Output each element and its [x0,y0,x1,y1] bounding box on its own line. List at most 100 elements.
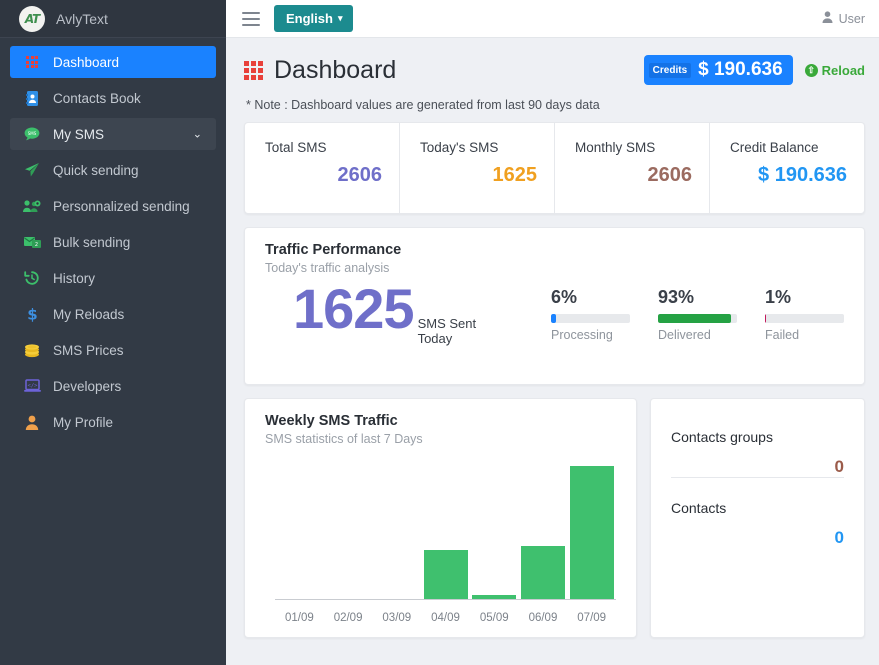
meter-percent: 6% [551,287,578,307]
meter-label: Failed [765,328,800,342]
grid-icon [22,53,42,71]
chart-bar-slot[interactable] [324,466,373,600]
sidebar-item-developers[interactable]: </> Developers [10,370,216,402]
language-label: English [286,11,333,26]
sidebar-item-sms-prices[interactable]: SMS Prices [10,334,216,366]
user-menu-label: User [838,11,865,26]
paper-plane-icon [22,161,42,179]
sidebar-item-label: Quick sending [53,162,139,178]
people-gear-icon [22,197,42,215]
contacts-value: 0 [834,528,844,547]
dollar-sign-icon: $ [22,305,42,323]
card-title: Weekly SMS Traffic [265,413,398,429]
traffic-performance-card: Traffic Performance Today's traffic anal… [244,227,865,385]
user-icon [22,413,42,431]
sms-sent-today-block: 1625 SMS Sent Today [265,281,479,347]
sidebar-nav: Dashboard Contacts Book SMS My SMS ⌄ Qui… [0,38,226,438]
meter-fill [551,314,556,323]
chart-x-axis-labels: 01/09 02/09 03/09 04/09 05/09 06/09 07/09 [275,612,616,624]
chart-bar[interactable] [423,549,468,600]
sidebar-item-my-reloads[interactable]: $ My Reloads [10,298,216,330]
contacts-groups-value: 0 [834,457,844,476]
card-subtitle: Today's traffic analysis [265,261,390,275]
hamburger-icon[interactable] [242,11,260,26]
stat-value: 1625 [492,164,538,186]
card-title: Traffic Performance [265,242,402,258]
weekly-row: Weekly SMS Traffic SMS statistics of las… [244,398,865,638]
brand-name: AvlyText [56,10,108,27]
stat-credit-balance: Credit Balance $ 190.636 [710,123,864,213]
sidebar-item-history[interactable]: History [10,262,216,294]
sidebar-item-label: SMS Prices [53,342,124,358]
mail-stack-icon: 2 [22,233,42,251]
brand-header[interactable]: AT AvlyText [0,0,226,38]
main-area: English ▾ User Dashboard Credits $ 190.6… [226,0,879,665]
sidebar-item-personnalized-sending[interactable]: Personnalized sending [10,190,216,222]
laptop-code-icon: </> [22,377,42,395]
contacts-row: Contacts 0 [671,477,844,548]
stat-label: Total SMS [265,140,327,155]
sidebar-item-label: Contacts Book [53,90,141,106]
refresh-circle-icon: ⇧ [804,63,818,77]
sidebar-item-dashboard[interactable]: Dashboard [10,46,216,78]
sidebar-item-my-profile[interactable]: My Profile [10,406,216,438]
avlytext-logo-icon: AT [19,5,45,32]
chart-bar-slot[interactable] [567,466,616,600]
contacts-label: Contacts [671,500,727,516]
chart-bars [275,466,616,600]
chart-bar-slot[interactable] [421,466,470,600]
stat-value: $ 190.636 [758,164,847,186]
meter-fill [658,314,732,323]
sidebar-item-my-sms[interactable]: SMS My SMS ⌄ [10,118,216,150]
sidebar-item-label: Personnalized sending [53,198,190,214]
credits-badge-label: Credits [648,62,692,78]
sidebar-item-bulk-sending[interactable]: 2 Bulk sending [10,226,216,258]
card-subtitle: SMS statistics of last 7 Days [265,432,423,446]
meter-failed: 1% Failed [765,287,844,342]
meter-fill [765,314,767,323]
contacts-groups-label: Contacts groups [671,429,773,445]
credits-badge-value: $ 190.636 [698,59,783,80]
stat-label: Monthly SMS [575,140,656,155]
page-header: Dashboard Credits $ 190.636 ⇧ Reload [244,50,865,90]
language-selector-button[interactable]: English ▾ [274,5,354,32]
address-book-icon [22,89,42,107]
traffic-body: 1625 SMS Sent Today 6% Processing 93% De… [265,281,844,346]
logo-mark-text: AT [24,11,40,26]
chart-bar-slot[interactable] [470,466,519,600]
chart-x-label: 03/09 [382,612,412,624]
topbar: English ▾ User [226,0,879,38]
chevron-down-icon[interactable]: ⌄ [193,128,202,141]
sidebar-item-contacts-book[interactable]: Contacts Book [10,82,216,114]
chart-x-label: 06/09 [528,612,558,624]
user-icon [822,11,833,26]
reload-button-label: Reload [821,62,865,78]
chart-bar[interactable] [520,545,565,600]
chart-bar-slot[interactable] [372,466,421,600]
content: Dashboard Credits $ 190.636 ⇧ Reload * N… [226,38,879,665]
svg-text:SMS: SMS [28,131,37,136]
sidebar-item-quick-sending[interactable]: Quick sending [10,154,216,186]
stat-label: Today's SMS [420,140,499,155]
chart-bar-slot[interactable] [519,466,568,600]
sidebar-item-label: Developers [53,378,122,394]
user-menu[interactable]: User [822,11,865,26]
meter-percent: 93% [658,287,695,307]
svg-text:</>: </> [27,383,38,389]
chart-bar-slot[interactable] [275,466,324,600]
chart-bar[interactable] [569,466,614,600]
chart-x-label: 02/09 [333,612,363,624]
meter-label: Delivered [658,328,711,342]
page-title: Dashboard [274,55,397,84]
page-title-wrap: Dashboard [244,56,396,85]
weekly-bar-chart: 01/09 02/09 03/09 04/09 05/09 06/09 07/09 [265,466,616,626]
contacts-summary-card: Contacts groups 0 Contacts 0 [650,398,865,638]
stat-value: 2606 [337,164,383,186]
coins-icon [22,341,42,359]
stat-value: 2606 [647,164,693,186]
chart-x-label: 07/09 [577,612,607,624]
chart-x-label: 01/09 [284,612,314,624]
reload-button[interactable]: ⇧ Reload [804,62,865,78]
credits-badge[interactable]: Credits $ 190.636 [643,55,793,85]
meter-processing: 6% Processing [551,287,630,342]
